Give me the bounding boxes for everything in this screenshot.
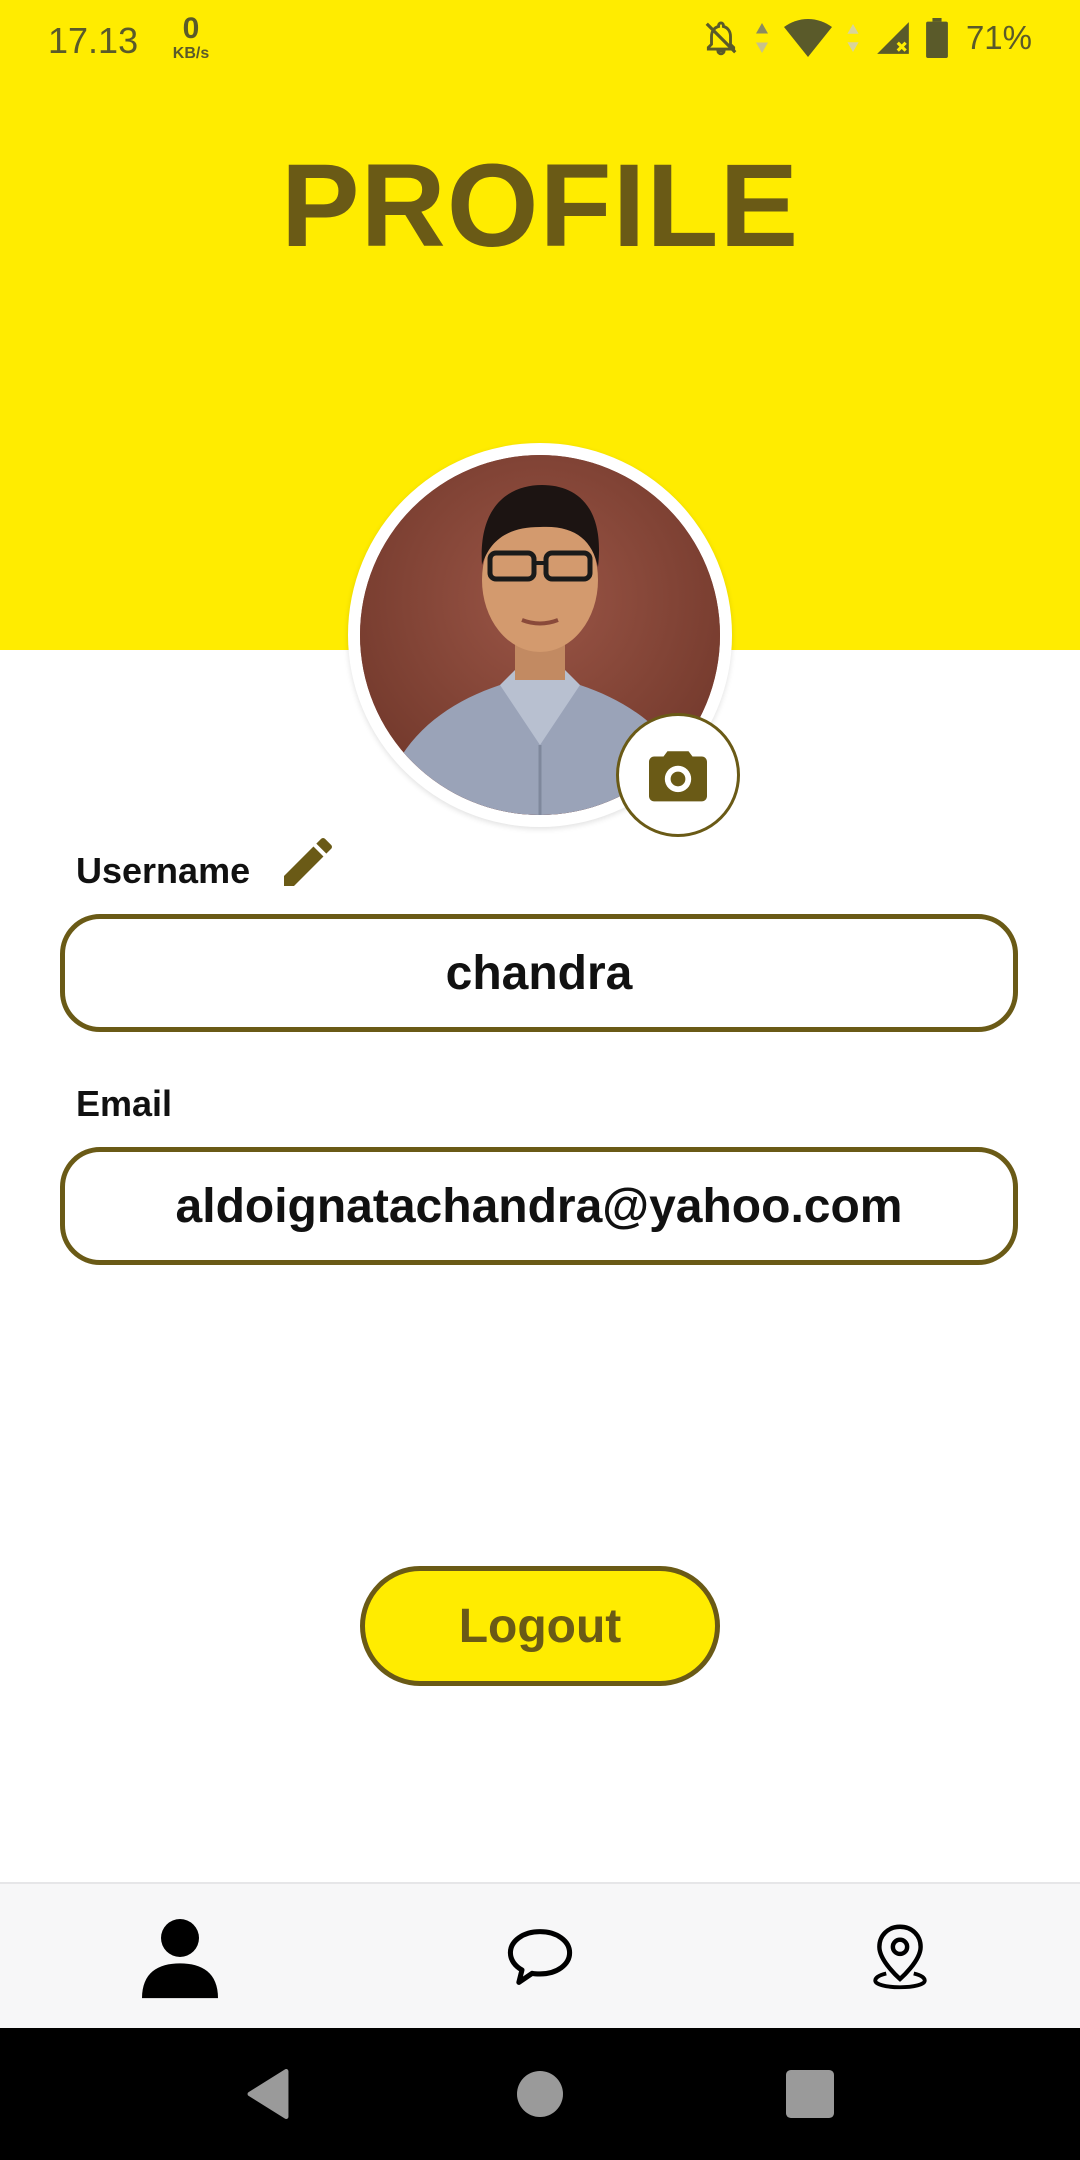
status-icons: 71% xyxy=(702,18,1032,58)
status-time: 17.13 xyxy=(48,20,139,61)
pencil-icon xyxy=(284,837,332,886)
nav-tab-profile[interactable] xyxy=(80,1884,280,2030)
system-home-button[interactable] xyxy=(510,2064,570,2124)
network-speed-unit: KB/s xyxy=(172,45,210,62)
change-photo-button[interactable] xyxy=(616,713,740,837)
system-recents-button[interactable] xyxy=(780,2064,840,2124)
page-title: PROFILE xyxy=(280,140,800,272)
network-speed: 0 KB/s xyxy=(166,14,216,62)
battery-percent: 71% xyxy=(965,19,1032,56)
location-pin-icon xyxy=(873,1924,927,1990)
username-field[interactable]: chandra xyxy=(60,914,1018,1032)
data-arrows-icon xyxy=(755,23,768,53)
logout-button[interactable]: Logout xyxy=(360,1566,720,1686)
wifi-arrows-icon xyxy=(847,24,859,52)
status-bar: 17.13 0 KB/s 71% xyxy=(0,0,1080,84)
battery-icon xyxy=(926,18,948,58)
back-icon xyxy=(247,2069,289,2119)
network-speed-value: 0 xyxy=(182,12,200,45)
system-nav-bar xyxy=(0,2028,1080,2160)
nav-tab-chat[interactable] xyxy=(440,1884,640,2030)
person-icon xyxy=(142,1919,218,1999)
email-field[interactable]: aldoignatachandra@yahoo.com xyxy=(60,1147,1018,1265)
notifications-off-icon xyxy=(705,21,737,56)
recents-icon xyxy=(786,2070,834,2118)
email-label: Email xyxy=(76,1083,173,1124)
bottom-nav xyxy=(0,1882,1080,2030)
chat-bubble-icon xyxy=(507,1929,573,1985)
system-back-button[interactable] xyxy=(238,2064,298,2124)
username-label: Username xyxy=(76,850,251,891)
edit-username-button[interactable] xyxy=(276,830,340,894)
camera-icon xyxy=(649,751,707,802)
nav-tab-location[interactable] xyxy=(800,1884,1000,2030)
cell-signal-icon xyxy=(877,22,909,54)
home-icon xyxy=(517,2071,563,2117)
wifi-icon xyxy=(783,19,832,57)
